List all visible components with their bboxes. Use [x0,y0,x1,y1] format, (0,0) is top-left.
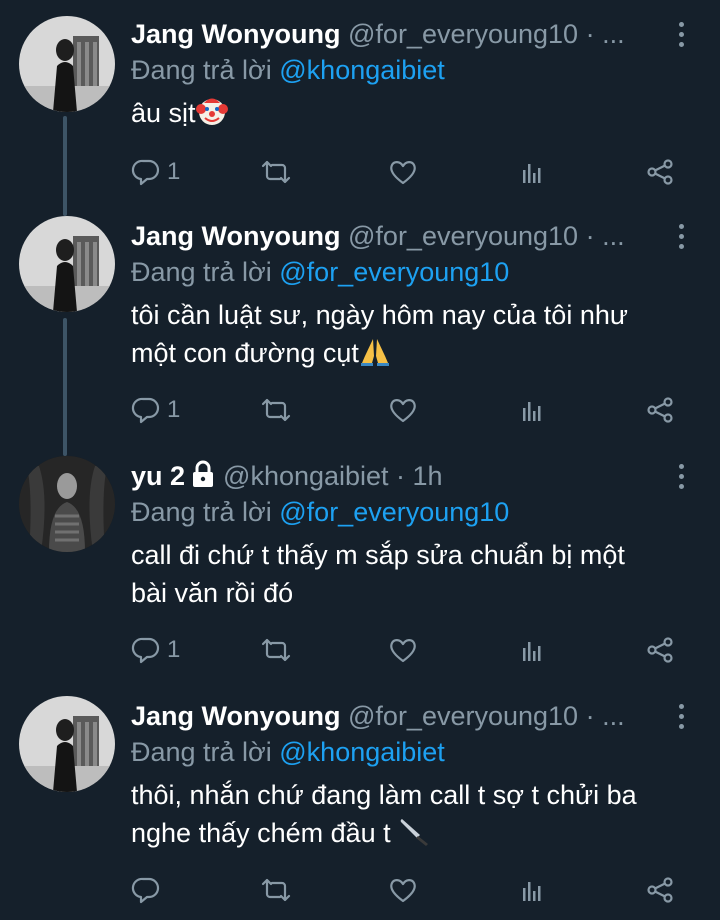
more-options-icon[interactable] [676,224,686,252]
analytics-icon [523,642,541,661]
replying-to-line: Đang trả lời @for_everyoung10 [131,494,509,530]
user-handle[interactable]: @for_everyoung10 · ... [348,221,625,251]
tweet-text-line: bài văn rồi đó [131,578,294,608]
reply-count: 1 [167,636,181,663]
replying-to-line: Đang trả lời @for_everyoung10 [131,254,509,290]
share-button[interactable] [645,154,675,190]
tweet-text-line: một con đường cụt [131,338,359,368]
tweet-4[interactable]: Jang Wonyoung @for_everyoung10 · ... Đan… [0,682,720,920]
replying-to-line: Đang trả lời @khongaibiet [131,52,445,88]
analytics-icon [523,882,541,901]
heart-icon [390,639,416,663]
replying-to-label: Đang trả lời [131,737,280,767]
retweet-button[interactable] [259,632,293,668]
reply-button[interactable]: 1 [131,632,180,668]
heart-icon [390,399,416,423]
tweet-text-line: nghe thấy chém đầu t [131,818,399,848]
tweet-text: call đi chứ t thấy m sắp sửa chuẩn bị mộ… [131,536,691,612]
heart-icon [390,879,416,903]
analytics-button[interactable] [517,392,547,428]
analytics-button[interactable] [517,154,547,190]
tweet-2[interactable]: Jang Wonyoung @for_everyoung10 · ... Đan… [0,202,720,440]
tweet-actions: 1 [131,154,691,190]
tweet-header: Jang Wonyoung @for_everyoung10 · ... [131,16,625,52]
retweet-icon [261,638,291,662]
reply-icon [131,877,160,904]
retweet-icon [261,160,291,184]
reply-count: 1 [167,158,181,185]
avatar[interactable] [19,16,115,112]
analytics-icon [523,164,541,183]
heart-icon [390,161,416,185]
mention-link[interactable]: @for_everyoung10 [279,257,509,287]
tweet-text: âu sịt [131,94,691,132]
lock-icon [193,460,214,487]
mention-link[interactable]: @khongaibiet [279,55,445,85]
tweet-text: tôi cần luật sư, ngày hôm nay của tôi nh… [131,296,691,372]
retweet-icon [261,398,291,422]
analytics-button[interactable] [517,632,547,668]
reply-icon [131,397,160,424]
avatar[interactable] [19,696,115,792]
like-button[interactable] [388,154,418,190]
tweet-actions [131,872,691,908]
retweet-icon [261,878,291,902]
tweet-header: Jang Wonyoung @for_everyoung10 · ... [131,698,625,734]
share-icon [647,159,673,185]
like-button[interactable] [388,872,418,908]
replying-to-label: Đang trả lời [131,55,280,85]
user-handle[interactable]: @for_everyoung10 · ... [348,19,625,49]
replying-to-line: Đang trả lời @khongaibiet [131,734,445,770]
tweet-text-line: thôi, nhắn chứ đang làm call t sợ t chửi… [131,780,637,810]
tweet-text-line: tôi cần luật sư, ngày hôm nay của tôi nh… [131,300,628,330]
tweet-text-line: âu sịt [131,98,196,128]
display-name[interactable]: yu 2 [131,461,185,491]
share-button[interactable] [645,392,675,428]
display-name[interactable]: Jang Wonyoung [131,19,341,49]
like-button[interactable] [388,392,418,428]
analytics-icon [523,402,541,421]
share-icon [647,637,673,663]
analytics-button[interactable] [517,872,547,908]
display-name[interactable]: Jang Wonyoung [131,221,341,251]
reply-button[interactable] [131,872,167,908]
share-icon [647,877,673,903]
replying-to-label: Đang trả lời [131,257,280,287]
kitchen-knife-emoji [400,819,429,846]
avatar[interactable] [19,456,115,552]
user-handle[interactable]: @khongaibiet · 1h [223,461,443,491]
reply-count: 1 [167,396,181,423]
share-button[interactable] [645,632,675,668]
share-button[interactable] [645,872,675,908]
reply-button[interactable]: 1 [131,154,180,190]
tweet-1[interactable]: Jang Wonyoung @for_everyoung10 · ... Đan… [0,0,720,200]
more-options-icon[interactable] [676,464,686,492]
clown-face-emoji [195,98,228,125]
user-handle[interactable]: @for_everyoung10 · ... [348,701,625,731]
retweet-button[interactable] [259,872,293,908]
more-options-icon[interactable] [676,22,686,50]
tweet-3[interactable]: yu 2 @khongaibiet · 1h Đang trả lời @for_… [0,442,720,680]
more-options-icon[interactable] [676,704,686,732]
reply-icon [131,637,160,664]
avatar[interactable] [19,216,115,312]
like-button[interactable] [388,632,418,668]
tweet-header: Jang Wonyoung @for_everyoung10 · ... [131,218,625,254]
mention-link[interactable]: @khongaibiet [279,737,445,767]
reply-button[interactable]: 1 [131,392,180,428]
folded-hands-emoji [360,339,389,366]
tweet-text: thôi, nhắn chứ đang làm call t sợ t chửi… [131,776,691,852]
tweet-actions: 1 [131,632,691,668]
display-name[interactable]: Jang Wonyoung [131,701,341,731]
reply-icon [131,159,160,186]
tweet-actions: 1 [131,392,691,428]
tweet-header: yu 2 @khongaibiet · 1h [131,458,443,494]
share-icon [647,397,673,423]
retweet-button[interactable] [259,154,293,190]
tweet-text-line: call đi chứ t thấy m sắp sửa chuẩn bị mộ… [131,540,625,570]
retweet-button[interactable] [259,392,293,428]
replying-to-label: Đang trả lời [131,497,280,527]
mention-link[interactable]: @for_everyoung10 [279,497,509,527]
